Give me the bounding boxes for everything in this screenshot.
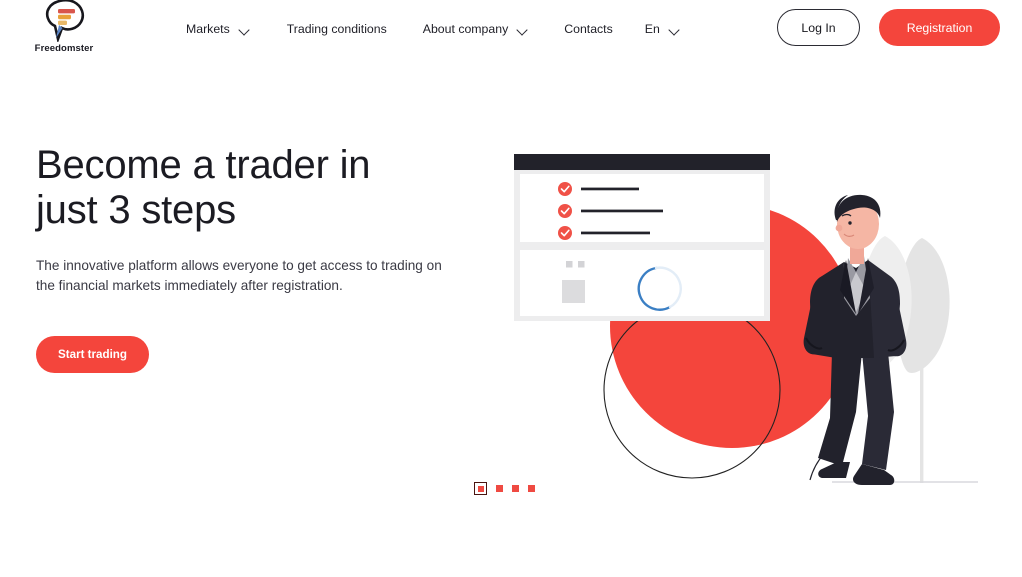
header-actions: Log In Registration (777, 9, 1000, 46)
hero-title-line-1: Become a trader in (36, 143, 371, 187)
placeholder-block (562, 280, 585, 303)
chevron-down-icon (239, 26, 250, 33)
chevron-down-icon (669, 26, 680, 33)
nav-item-label: En (644, 22, 660, 36)
registration-button[interactable]: Registration (879, 9, 1000, 46)
nav-item-contacts[interactable]: Contacts (564, 16, 613, 42)
nav-item-label: Contacts (564, 22, 613, 36)
chevron-down-icon (517, 26, 528, 33)
placeholder-square (578, 261, 585, 268)
nav-item-label: Markets (186, 22, 230, 36)
brand-logo[interactable]: Freedomster (30, 0, 98, 60)
start-trading-button[interactable]: Start trading (36, 336, 149, 373)
placeholder-square (566, 261, 573, 268)
nav-item-label: Trading conditions (286, 22, 387, 36)
main-navigation: Markets Trading conditions About company… (186, 0, 680, 58)
loading-panel (520, 250, 764, 316)
nav-item-language-selector[interactable]: En (645, 16, 680, 42)
brand-name: Freedomster (34, 43, 94, 54)
freedomster-logo-icon (41, 0, 87, 44)
hero-subtitle: The innovative platform allows everyone … (36, 258, 442, 293)
window-titlebar (514, 154, 770, 170)
page-title: Become a trader in just 3 steps (36, 143, 486, 233)
nav-item-trading-conditions[interactable]: Trading conditions (287, 16, 387, 42)
site-header: Freedomster Markets Trading conditions A… (0, 0, 1022, 58)
log-in-button[interactable]: Log In (777, 9, 860, 46)
businessman-illustration (803, 194, 907, 485)
hero-title-line-2: just 3 steps (36, 188, 236, 232)
hero-illustration (470, 140, 1010, 500)
nav-item-about-company[interactable]: About company (423, 16, 528, 42)
platform-window-illustration (514, 154, 770, 321)
landing-page: Freedomster Markets Trading conditions A… (0, 0, 1022, 577)
nav-item-label: About company (422, 22, 509, 36)
nav-item-markets[interactable]: Markets (186, 16, 250, 42)
hero-content: Become a trader in just 3 steps The inno… (36, 143, 486, 373)
